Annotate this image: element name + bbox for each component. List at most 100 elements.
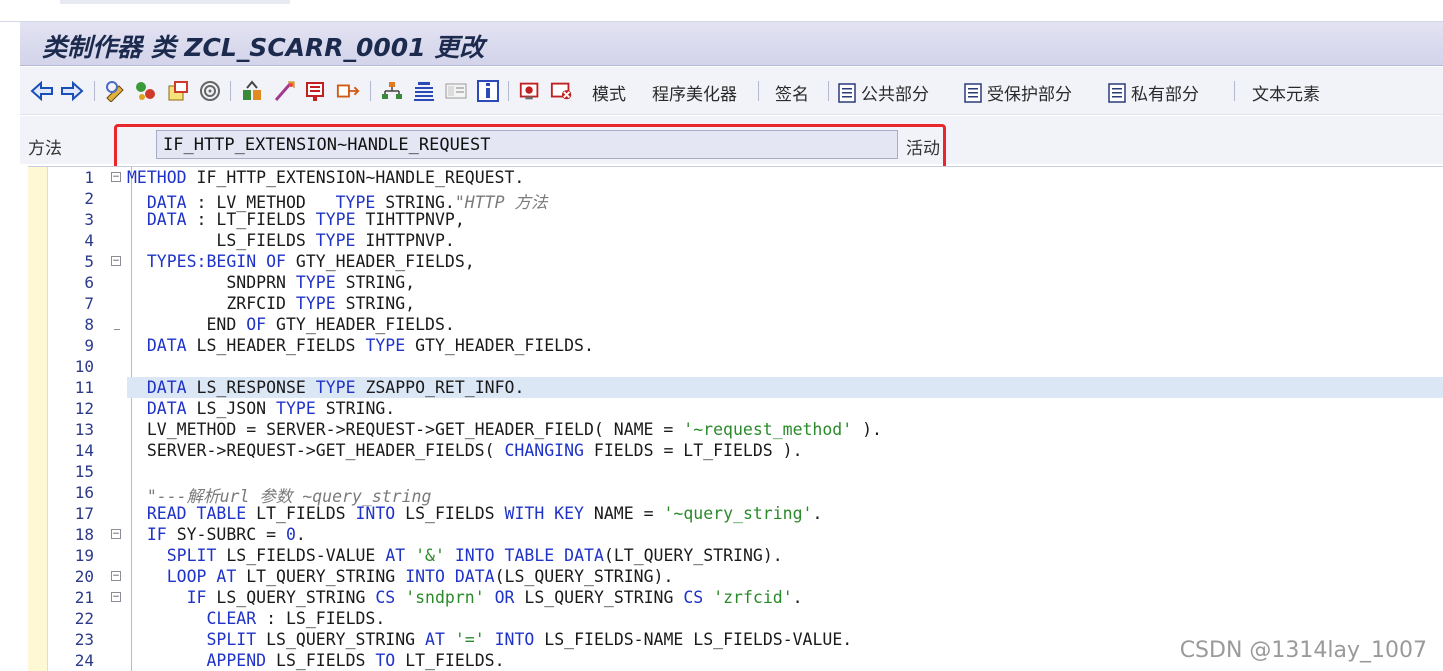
code-text: DATA : LT_FIELDS TYPE TIHTTPNVP, [127, 209, 1443, 230]
code-token: GTY_HEADER_FIELDS, [295, 252, 475, 271]
code-text: SERVER->REQUEST->GET_HEADER_FIELDS( CHAN… [127, 440, 1443, 461]
document-icon [836, 82, 858, 104]
protected-section-button[interactable]: 受保护部分 [962, 80, 1072, 105]
document-icon [962, 82, 984, 104]
toolbar-separator [1234, 81, 1235, 101]
private-section-label: 私有部分 [1131, 85, 1199, 105]
toolbar-separator [94, 81, 95, 101]
line-number: 20 [74, 567, 94, 586]
code-line[interactable]: 22 CLEAR : LS_FIELDS. [28, 608, 1443, 629]
code-token: NAME = [593, 504, 664, 523]
text-elements-button[interactable]: 文本元素 [1252, 80, 1320, 105]
code-token: LS_HEADER_FIELDS [196, 336, 366, 355]
check-icon[interactable] [198, 79, 222, 103]
code-text: DATA : LV_METHOD TYPE STRING."HTTP 方法 [127, 188, 1443, 212]
code-line[interactable]: 21 IF LS_QUERY_STRING CS 'sndprn' OR LS_… [28, 587, 1443, 608]
code-line[interactable]: 10 [28, 356, 1443, 377]
forward-arrow-icon[interactable] [60, 79, 84, 103]
code-line[interactable]: 12 DATA LS_JSON TYPE STRING. [28, 398, 1443, 419]
test-icon[interactable] [272, 79, 296, 103]
active-inactive-icon[interactable] [166, 79, 190, 103]
code-line[interactable]: 4 LS_FIELDS TYPE IHTTPNVP. [28, 230, 1443, 251]
code-token: CHANGING [504, 441, 594, 460]
fold-end-icon[interactable] [114, 320, 120, 330]
code-text: CLEAR : LS_FIELDS. [127, 608, 1443, 629]
pretty-printer-button[interactable]: 程序美化器 [652, 80, 737, 105]
code-editor[interactable]: 1 METHOD IF_HTTP_EXTENSION~HANDLE_REQUEST… [28, 166, 1443, 671]
display-change-icon[interactable] [104, 79, 128, 103]
code-token: LT_FIELDS. [405, 651, 505, 670]
code-text: LOOP AT LT_QUERY_STRING INTO DATA(LS_QUE… [127, 566, 1443, 587]
fold-collapse-icon[interactable]: − [111, 571, 121, 581]
line-number: 18 [74, 525, 94, 544]
layout-icon[interactable] [444, 79, 468, 103]
code-token: (LS_QUERY_STRING). [494, 567, 674, 586]
line-number: 4 [84, 231, 94, 250]
code-token: TIHTTPNVP, [365, 210, 465, 229]
public-section-label: 公共部分 [861, 85, 929, 105]
code-token: LS_FIELDS-VALUE [226, 546, 386, 565]
line-number: 12 [74, 399, 94, 418]
fold-collapse-icon[interactable]: − [111, 256, 121, 266]
other-object-icon[interactable] [134, 79, 158, 103]
code-token: '~request_method' [683, 420, 853, 439]
code-line[interactable]: 20 LOOP AT LT_QUERY_STRING INTO DATA(LS_… [28, 566, 1443, 587]
code-token: LV_METHOD = SERVER->REQUEST->GET_HEADER_… [127, 420, 684, 439]
toolbar-separator [508, 81, 509, 101]
code-token: (LT_QUERY_STRING). [603, 546, 783, 565]
code-line[interactable]: 17 READ TABLE LT_FIELDS INTO LS_FIELDS W… [28, 503, 1443, 524]
signature-button[interactable]: 签名 [775, 80, 809, 105]
stop-icon[interactable] [518, 79, 542, 103]
code-line[interactable]: 3 DATA : LT_FIELDS TYPE TIHTTPNVP, [28, 209, 1443, 230]
method-label: 方法 [28, 139, 62, 159]
code-line[interactable]: 11 DATA LS_RESPONSE TYPE ZSAPPO_RET_INFO… [28, 377, 1443, 398]
code-line[interactable]: 18 IF SY-SUBRC = 0. [28, 524, 1443, 545]
code-line[interactable]: 2 DATA : LV_METHOD TYPE STRING."HTTP 方法 [28, 188, 1443, 212]
where-used-icon[interactable] [304, 79, 328, 103]
code-line[interactable]: 9 DATA LS_HEADER_FIELDS TYPE GTY_HEADER_… [28, 335, 1443, 356]
code-line[interactable]: 15 [28, 461, 1443, 482]
object-list-icon[interactable] [336, 79, 360, 103]
code-line[interactable]: 6 SNDPRN TYPE STRING, [28, 272, 1443, 293]
code-line[interactable]: 1 METHOD IF_HTTP_EXTENSION~HANDLE_REQUEST… [28, 167, 1443, 188]
back-arrow-icon[interactable] [30, 79, 54, 103]
code-token: . [792, 588, 803, 607]
fold-collapse-icon[interactable]: − [111, 592, 121, 602]
code-token: LT_FIELDS [256, 504, 356, 523]
code-line[interactable]: 16 "---解析url 参数 ~query_string [28, 482, 1443, 506]
line-number: 14 [74, 441, 94, 460]
code-token: STRING. [325, 399, 396, 418]
mode-button[interactable]: 模式 [592, 80, 626, 105]
code-line[interactable]: 7 ZRFCID TYPE STRING, [28, 293, 1443, 314]
code-line[interactable]: 19 SPLIT LS_FIELDS-VALUE AT '&' INTO TAB… [28, 545, 1443, 566]
line-number: 22 [74, 609, 94, 628]
code-token: IF_HTTP_EXTENSION~HANDLE_REQUEST. [196, 168, 525, 187]
code-line[interactable]: 8 END OF GTY_HEADER_FIELDS. [28, 314, 1443, 335]
code-token: OR [494, 588, 525, 607]
code-token: 'zrfcid' [713, 588, 793, 607]
hierarchy-icon[interactable] [380, 79, 404, 103]
code-token: CS [375, 588, 406, 607]
code-token: INTO [355, 504, 406, 523]
info-icon[interactable] [476, 79, 500, 103]
navigation-window-icon[interactable] [412, 79, 436, 103]
line-number: 16 [74, 483, 94, 502]
code-token: LS_JSON [196, 399, 277, 418]
code-token: LS_FIELDS [276, 651, 376, 670]
code-token: CLEAR [206, 609, 267, 628]
code-text: METHOD IF_HTTP_EXTENSION~HANDLE_REQUEST. [127, 167, 1443, 188]
public-section-button[interactable]: 公共部分 [836, 80, 929, 105]
code-line[interactable]: 13 LV_METHOD = SERVER->REQUEST->GET_HEAD… [28, 419, 1443, 440]
activate-icon[interactable] [240, 79, 264, 103]
code-token: INTO DATA [405, 567, 495, 586]
fold-collapse-icon[interactable]: − [111, 172, 121, 182]
code-text: END OF GTY_HEADER_FIELDS. [127, 314, 1443, 335]
code-line[interactable]: 14 SERVER->REQUEST->GET_HEADER_FIELDS( C… [28, 440, 1443, 461]
private-section-button[interactable]: 私有部分 [1106, 80, 1199, 105]
code-line[interactable]: 5 TYPES:BEGIN OF GTY_HEADER_FIELDS, [28, 251, 1443, 272]
application-toolbar: 模式 程序美化器 签名 公共部分 受保护部分 私有部分 文本元素 [20, 67, 1443, 115]
fold-collapse-icon[interactable]: − [111, 529, 121, 539]
delete-icon[interactable] [550, 79, 574, 103]
